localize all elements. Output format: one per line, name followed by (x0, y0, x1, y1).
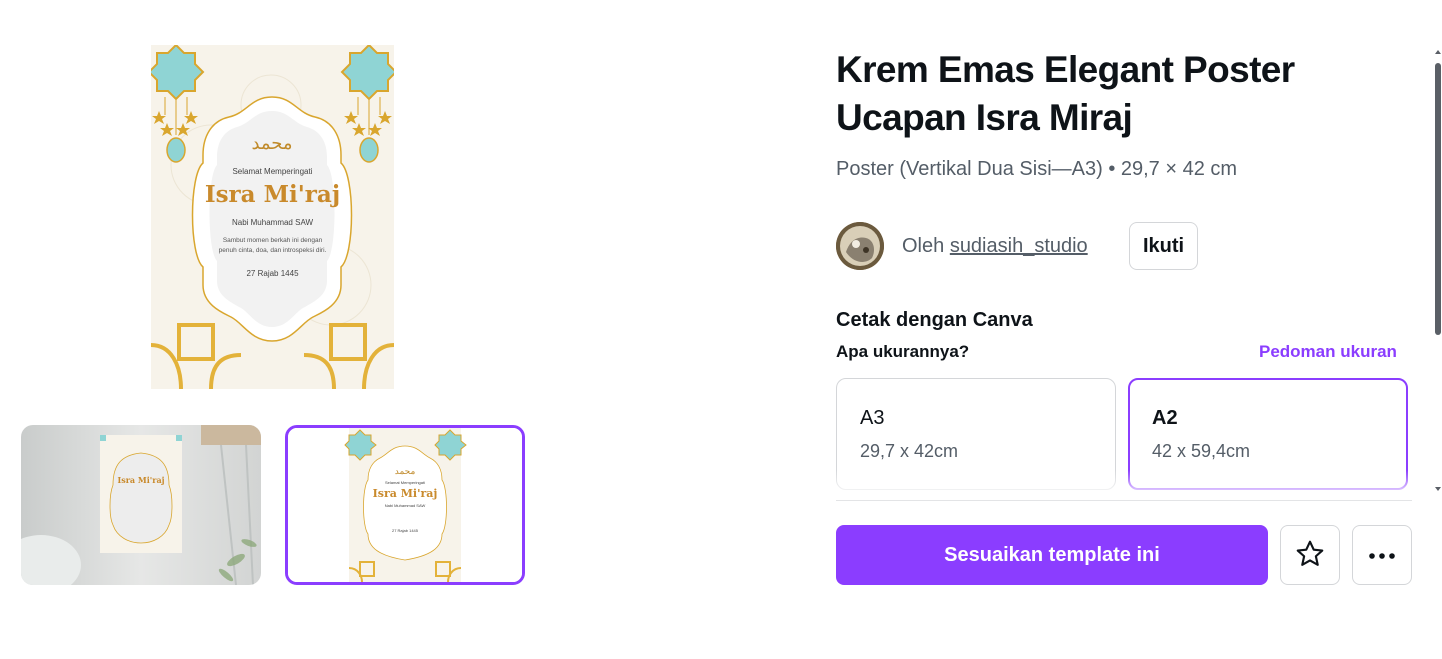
more-options-button[interactable] (1352, 525, 1412, 585)
svg-text:Isra Mi'raj: Isra Mi'raj (117, 475, 164, 485)
star-icon (1294, 538, 1326, 573)
svg-text:27 Rajab 1445: 27 Rajab 1445 (392, 528, 419, 533)
svg-text:محمد: محمد (395, 467, 416, 477)
size-option-dimensions: 42 x 59,4cm (1152, 441, 1251, 461)
main-preview-image: محمد Selamat Memperingati Isra Mi'raj Na… (151, 45, 394, 389)
poster-name: Nabi Muhammad SAW (231, 218, 314, 227)
poster-headline: Isra Mi'raj (204, 181, 341, 208)
more-horizontal-icon (1367, 548, 1397, 563)
scroll-down-arrow-icon[interactable] (1435, 487, 1441, 491)
svg-text:Selamat Memperingati: Selamat Memperingati (385, 480, 425, 485)
scroll-up-arrow-icon[interactable] (1435, 50, 1441, 54)
section-divider (836, 500, 1412, 501)
poster-message-line2: penuh cinta, doa, dan introspeksi diri. (218, 247, 327, 254)
size-option-name: A3 (860, 407, 885, 429)
creator-byline: Oleh sudiasih_studio (902, 233, 1088, 259)
size-guide-link[interactable]: Pedoman ukuran (1259, 342, 1397, 362)
poster-message-line1: Sambut momen berkah ini dengan (222, 237, 323, 244)
size-list-fade (836, 470, 1412, 498)
creator-username-link[interactable]: sudiasih_studio (950, 235, 1088, 257)
poster-greeting: Selamat Memperingati (232, 167, 313, 176)
thumbnail-poster-selected[interactable]: محمد Selamat Memperingati Isra Mi'raj Na… (285, 425, 525, 585)
print-section-heading: Cetak dengan Canva (836, 309, 1033, 331)
creator-avatar[interactable] (836, 222, 884, 270)
scrollbar-thumb[interactable] (1435, 63, 1441, 335)
follow-button[interactable]: Ikuti (1129, 222, 1198, 270)
svg-text:محمد: محمد (251, 133, 292, 154)
template-format-subtitle: Poster (Vertikal Dua Sisi—A3) • 29,7 × 4… (836, 158, 1238, 180)
creator-by-label: Oleh (902, 235, 945, 257)
thumbnail-mockup[interactable]: Isra Mi'raj (21, 425, 261, 585)
size-option-dimensions: 29,7 x 42cm (860, 441, 959, 461)
svg-text:Isra Mi'raj: Isra Mi'raj (373, 487, 438, 500)
size-question-label: Apa ukurannya? (836, 342, 970, 361)
details-scrollbar[interactable] (1434, 45, 1442, 495)
template-title: Krem Emas Elegant Poster Ucapan Isra Mir… (836, 49, 1295, 138)
customize-template-button[interactable]: Sesuaikan template ini (836, 525, 1268, 585)
size-option-name: A2 (1152, 407, 1178, 429)
poster-date: 27 Rajab 1445 (246, 269, 299, 278)
svg-text:Nabi Muhammad SAW: Nabi Muhammad SAW (385, 503, 426, 508)
favorite-button[interactable] (1280, 525, 1340, 585)
